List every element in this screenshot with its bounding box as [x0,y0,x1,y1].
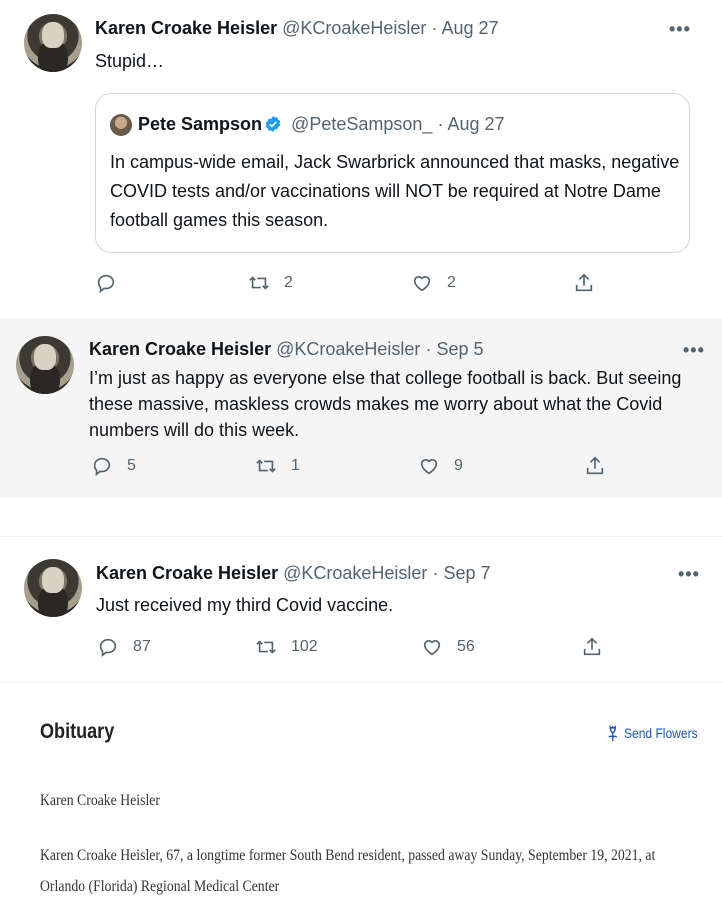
obituary-section: Obituary Send Flowers Karen Croake Heisl… [0,700,722,913]
tweet-text: Just received my third Covid vaccine. [96,595,394,615]
like-count: 2 [447,274,456,291]
tweet-date[interactable]: Sep 5 [436,339,483,359]
like-button[interactable]: 56 [421,636,475,658]
tweet-header: Karen Croake Heisler @KCroakeHeisler · A… [95,18,499,39]
like-button[interactable]: 2 [411,272,456,294]
tweet-3[interactable]: Karen Croake Heisler @KCroakeHeisler · S… [0,537,722,682]
reply-icon [93,457,111,476]
quoted-date[interactable]: Aug 27 [447,114,504,134]
retweet-count: 1 [291,457,300,474]
reply-button[interactable]: 5 [91,455,136,477]
share-icon [575,273,593,292]
avatar[interactable] [24,14,82,72]
author-name[interactable]: Karen Croake Heisler [95,18,277,38]
avatar[interactable] [16,336,74,394]
separator-dot: · [431,18,438,38]
send-flowers-label[interactable]: Send Flowers [624,725,698,741]
quoted-avatar[interactable] [110,114,132,136]
obituary-name: Karen Croake Heisler [40,792,160,809]
divider [0,682,722,683]
tweet-text: Stupid… [95,51,165,71]
tweet-actions: 2 2 [0,272,722,302]
more-options-icon[interactable]: ••• [678,564,700,585]
tweet-actions: 87 102 56 [0,636,722,666]
author-handle[interactable]: @KCroakeHeisler [282,18,426,38]
heart-icon [413,276,431,292]
heart-icon [423,640,441,656]
quoted-tweet[interactable]: Pete Sampson @PeteSampson_ · Aug 27 In c… [95,93,690,253]
share-icon [583,637,601,656]
tweet-date[interactable]: Sep 7 [443,563,490,583]
like-count: 9 [454,457,463,474]
author-handle[interactable]: @KCroakeHeisler [283,563,427,583]
retweet-button[interactable]: 102 [255,636,318,658]
more-options-icon[interactable]: ••• [683,340,705,361]
separator-dot: · [425,339,432,359]
author-name[interactable]: Karen Croake Heisler [89,339,271,359]
retweet-icon [256,640,276,654]
heart-icon [420,459,438,475]
obituary-title: Obituary [40,720,115,743]
retweet-button[interactable]: 2 [248,272,293,294]
reply-icon [99,638,117,657]
quoted-author-name[interactable]: Pete Sampson [138,114,262,134]
like-button[interactable]: 9 [418,455,463,477]
retweet-count: 102 [291,638,318,655]
tweet-1[interactable]: Karen Croake Heisler @KCroakeHeisler · A… [0,0,722,305]
retweet-count: 2 [284,274,293,291]
tweet-header: Karen Croake Heisler @KCroakeHeisler · S… [96,563,491,584]
reply-count: 5 [127,457,136,474]
share-button[interactable] [573,272,595,294]
retweet-icon [256,459,276,473]
tweet-text: I’m just as happy as everyone else that … [89,368,682,440]
avatar[interactable] [24,559,82,617]
tweet-actions: 5 1 9 [0,455,722,485]
verified-badge-icon [265,116,281,132]
quoted-text: In campus-wide email, Jack Swarbrick ann… [110,152,680,230]
author-name[interactable]: Karen Croake Heisler [96,563,278,583]
flower-icon [608,725,618,741]
reply-button[interactable]: 87 [97,636,151,658]
retweet-button[interactable]: 1 [255,455,300,477]
obituary-body: Karen Croake Heisler, 67, a longtime for… [40,847,656,895]
tweet-2[interactable]: Karen Croake Heisler @KCroakeHeisler · S… [0,318,722,498]
reply-icon [97,274,115,293]
like-count: 56 [457,638,475,655]
more-options-icon[interactable]: ••• [669,19,691,40]
separator-dot: · [437,114,444,134]
send-flowers-link[interactable]: Send Flowers [607,724,698,742]
share-button[interactable] [581,636,603,658]
separator-dot: · [432,563,439,583]
share-button[interactable] [584,455,606,477]
quoted-header: Pete Sampson @PeteSampson_ · Aug 27 [138,114,505,135]
reply-count: 87 [133,638,151,655]
author-handle[interactable]: @KCroakeHeisler [276,339,420,359]
share-icon [586,456,604,475]
quoted-author-handle[interactable]: @PeteSampson_ [291,114,432,134]
reply-button[interactable] [95,272,131,294]
tweet-date[interactable]: Aug 27 [441,18,498,38]
tweet-header: Karen Croake Heisler @KCroakeHeisler · S… [89,339,484,360]
retweet-icon [249,276,269,290]
